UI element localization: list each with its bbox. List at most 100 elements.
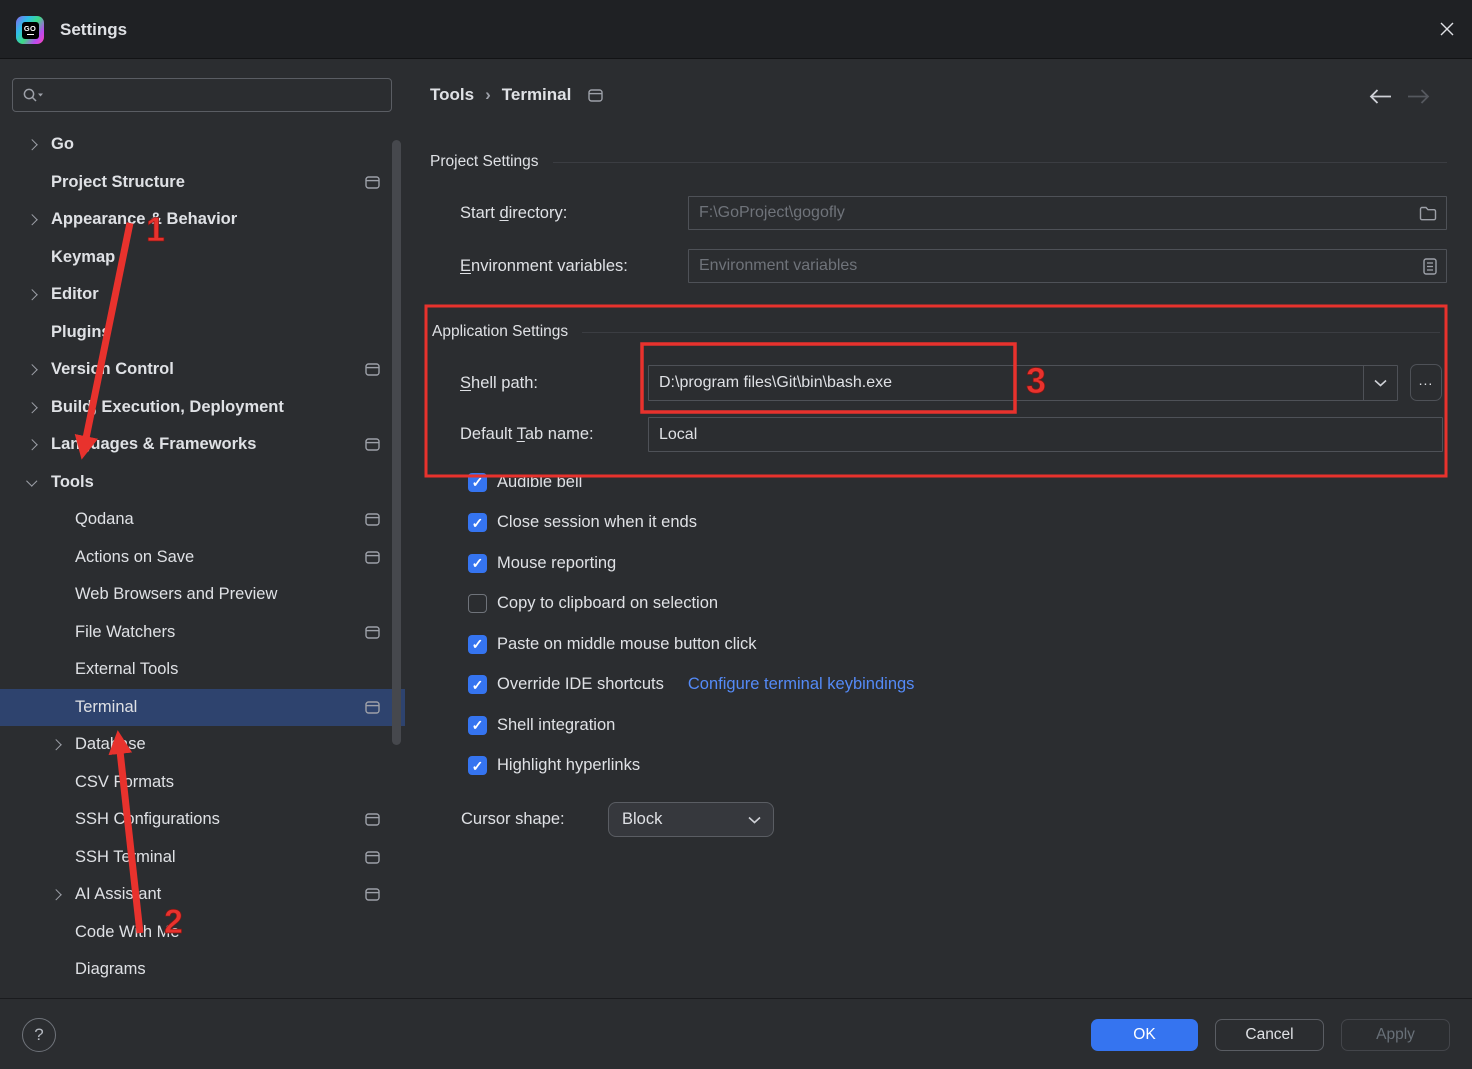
chevron-right-icon[interactable]	[48, 891, 75, 899]
checkbox-checked[interactable]: ✓	[468, 554, 487, 573]
sidebar-item-editor[interactable]: Editor	[0, 276, 405, 314]
sidebar-item-label: Tools	[51, 473, 94, 492]
ok-button[interactable]: OK	[1091, 1019, 1198, 1051]
close-icon[interactable]	[1436, 18, 1458, 40]
terminal-options: ✓Audible bell✓Close session when it ends…	[468, 462, 914, 786]
back-arrow-icon[interactable]	[1368, 88, 1393, 110]
sidebar-item-actions-on-save[interactable]: Actions on Save	[0, 539, 405, 577]
chevron-down-icon	[748, 816, 761, 824]
sidebar-item-ssh-configurations[interactable]: SSH Configurations	[0, 801, 405, 839]
chevron-right-icon[interactable]	[24, 141, 51, 149]
default-tab-name-label: Default Tab name:	[460, 417, 594, 452]
help-button[interactable]: ?	[22, 1018, 56, 1052]
footer-divider	[0, 998, 1472, 999]
modified-settings-icon	[365, 551, 380, 564]
option-row-override-ide-shortcuts: ✓Override IDE shortcutsConfigure termina…	[468, 665, 914, 706]
option-row-highlight-hyperlinks: ✓ Highlight hyperlinks	[468, 746, 914, 787]
search-icon	[22, 87, 44, 103]
cursor-shape-select[interactable]: Block	[608, 802, 774, 837]
forward-arrow-icon[interactable]	[1406, 88, 1431, 110]
breadcrumb-tools[interactable]: Tools	[430, 85, 474, 105]
checkbox-unchecked[interactable]	[468, 594, 487, 613]
shell-path-label: Shell path:	[460, 365, 538, 401]
settings-dialog: GO Settings GoProject StructureAppearanc…	[0, 0, 1472, 1069]
checkbox-checked[interactable]: ✓	[468, 473, 487, 492]
cancel-button[interactable]: Cancel	[1215, 1019, 1324, 1051]
search-input[interactable]	[46, 87, 391, 104]
sidebar-item-label: Code With Me	[75, 923, 180, 942]
cursor-shape-label: Cursor shape:	[461, 802, 565, 837]
sidebar-item-diagrams[interactable]: Diagrams	[0, 951, 405, 989]
sidebar-item-project-structure[interactable]: Project Structure	[0, 164, 405, 202]
default-tab-name-input[interactable]	[649, 418, 1442, 451]
sidebar-item-file-watchers[interactable]: File Watchers	[0, 614, 405, 652]
chevron-right-icon[interactable]	[24, 216, 51, 224]
chevron-right-icon[interactable]	[24, 291, 51, 299]
option-label: Paste on middle mouse button click	[497, 635, 757, 654]
sidebar-item-label: Go	[51, 135, 74, 154]
chevron-right-icon[interactable]	[24, 441, 51, 449]
chevron-down-icon[interactable]	[1363, 366, 1397, 400]
dialog-title: Settings	[60, 20, 127, 40]
sidebar-item-build-execution-deployment[interactable]: Build, Execution, Deployment	[0, 389, 405, 427]
sidebar-item-label: SSH Configurations	[75, 810, 220, 829]
sidebar-item-label: Actions on Save	[75, 548, 194, 567]
sidebar-item-appearance-behavior[interactable]: Appearance & Behavior	[0, 201, 405, 239]
sidebar-item-terminal[interactable]: Terminal	[0, 689, 405, 727]
browse-button[interactable]: ...	[1410, 364, 1442, 401]
modified-settings-icon	[365, 438, 380, 451]
sidebar-item-keymap[interactable]: Keymap	[0, 239, 405, 277]
sidebar-item-external-tools[interactable]: External Tools	[0, 651, 405, 689]
configure-terminal-keybindings-link[interactable]: Configure terminal keybindings	[688, 675, 915, 694]
sidebar-item-label: Version Control	[51, 360, 174, 379]
checkbox-checked[interactable]: ✓	[468, 635, 487, 654]
checkbox-checked[interactable]: ✓	[468, 513, 487, 532]
sidebar-item-label: Editor	[51, 285, 99, 304]
chevron-right-icon[interactable]	[24, 404, 51, 412]
option-row-close-session-when-it-ends: ✓ Close session when it ends	[468, 503, 914, 544]
sidebar-item-languages-frameworks[interactable]: Languages & Frameworks	[0, 426, 405, 464]
sidebar-item-code-with-me[interactable]: Code With Me	[0, 914, 405, 952]
option-label: Close session when it ends	[497, 513, 697, 532]
modified-settings-icon	[365, 813, 380, 826]
sidebar-scrollbar[interactable]	[392, 140, 401, 745]
modified-settings-icon	[365, 176, 380, 189]
sidebar-item-csv-formats[interactable]: CSV Formats	[0, 764, 405, 802]
sidebar-item-ssh-terminal[interactable]: SSH Terminal	[0, 839, 405, 877]
checkbox-checked[interactable]: ✓	[468, 756, 487, 775]
sidebar-item-web-browsers-and-preview[interactable]: Web Browsers and Preview	[0, 576, 405, 614]
folder-icon[interactable]	[1419, 206, 1437, 221]
breadcrumb-separator: ›	[485, 85, 491, 105]
chevron-right-icon[interactable]	[24, 366, 51, 374]
start-directory-input[interactable]	[689, 197, 1419, 229]
sidebar-item-go[interactable]: Go	[0, 126, 405, 164]
shell-path-input[interactable]	[649, 366, 1363, 400]
apply-button[interactable]: Apply	[1341, 1019, 1450, 1051]
option-row-shell-integration: ✓Shell integration	[468, 705, 914, 746]
sidebar-item-database[interactable]: Database	[0, 726, 405, 764]
option-row-audible-bell: ✓Audible bell	[468, 462, 914, 503]
list-icon[interactable]	[1423, 258, 1437, 275]
chevron-right-icon[interactable]	[48, 741, 75, 749]
checkbox-checked[interactable]: ✓	[468, 716, 487, 735]
sidebar-item-ai-assistant[interactable]: AI Assistant	[0, 876, 405, 914]
environment-variables-input[interactable]	[689, 250, 1423, 282]
shell-path-combo	[648, 365, 1398, 401]
modified-settings-icon	[365, 851, 380, 864]
sidebar-item-label: File Watchers	[75, 623, 175, 642]
sidebar-item-label: Build, Execution, Deployment	[51, 398, 284, 417]
breadcrumb-terminal: Terminal	[502, 85, 572, 105]
sidebar-item-qodana[interactable]: Qodana	[0, 501, 405, 539]
sidebar-item-version-control[interactable]: Version Control	[0, 351, 405, 389]
sidebar-item-plugins[interactable]: Plugins	[0, 314, 405, 352]
sidebar-item-label: Database	[75, 735, 146, 754]
settings-search[interactable]	[12, 78, 392, 112]
option-label: Highlight hyperlinks	[497, 756, 640, 775]
option-row-mouse-reporting: ✓Mouse reporting	[468, 543, 914, 584]
checkbox-checked[interactable]: ✓	[468, 675, 487, 694]
modified-settings-icon	[365, 513, 380, 526]
chevron-down-icon[interactable]	[24, 480, 51, 485]
sidebar-item-tools[interactable]: Tools	[0, 464, 405, 502]
sidebar-item-label: Terminal	[75, 698, 137, 717]
application-settings-group-header: Application Settings	[432, 323, 1440, 341]
